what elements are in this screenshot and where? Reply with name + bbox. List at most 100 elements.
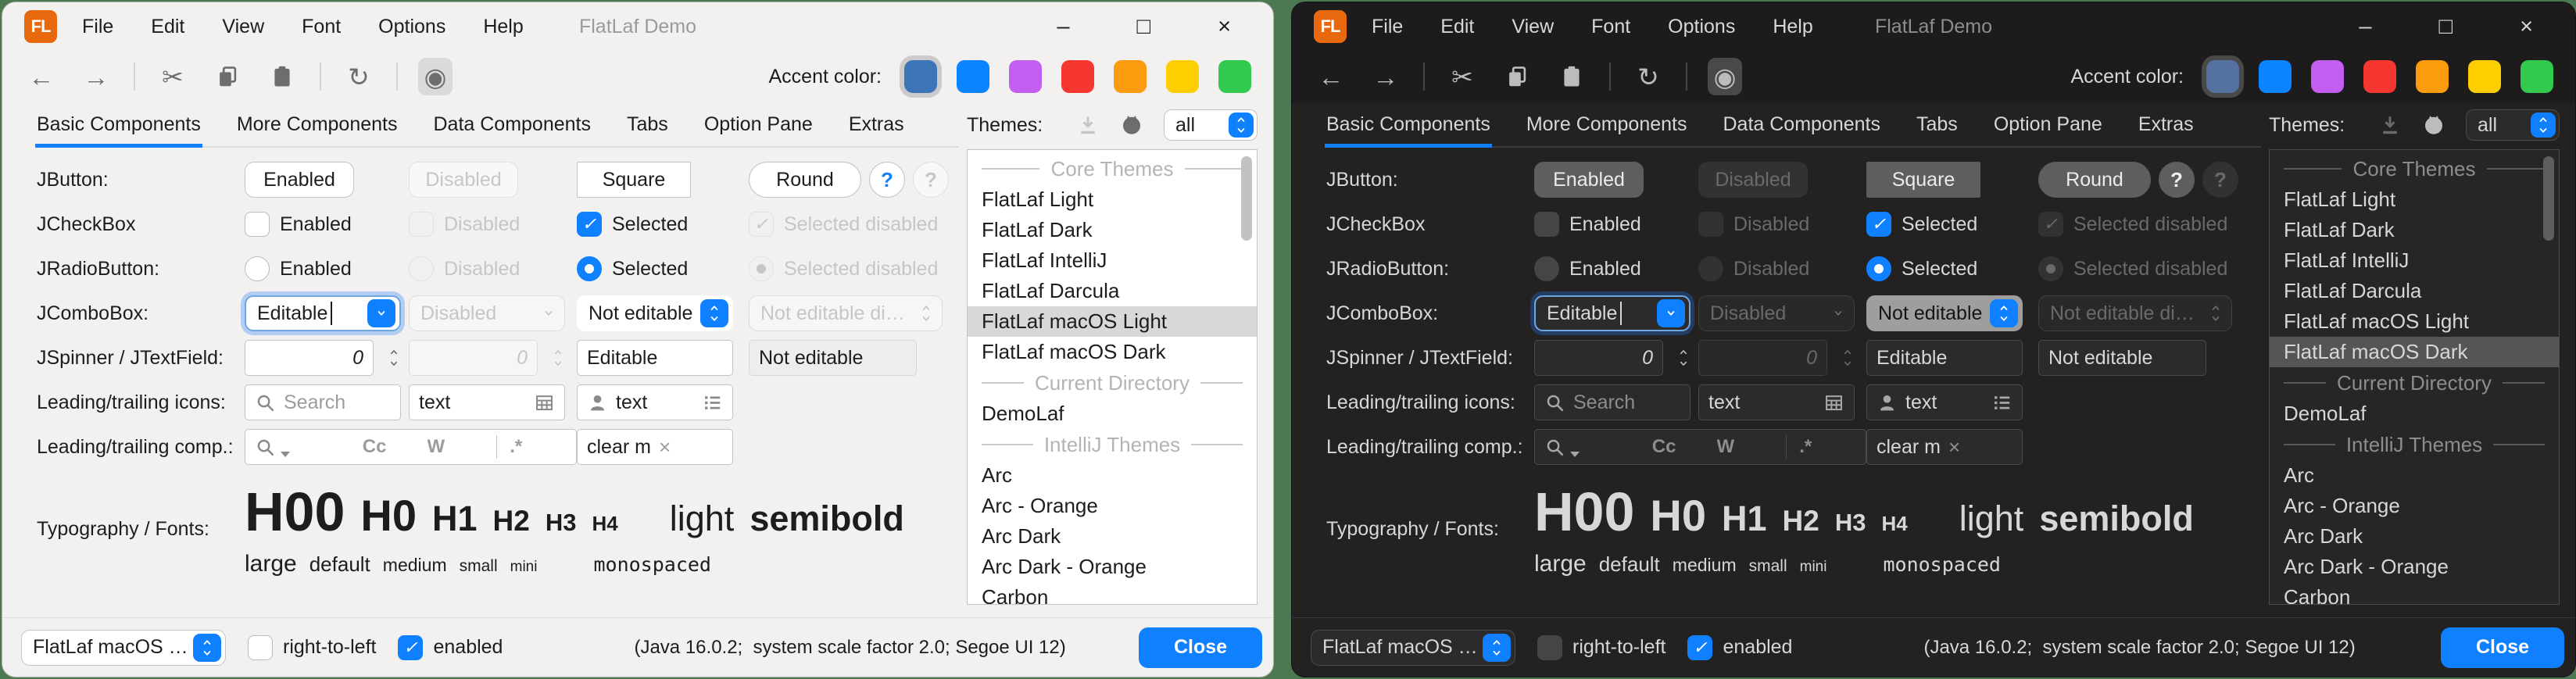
round-button[interactable]: Round — [2038, 162, 2151, 198]
text-field-person-list[interactable]: text — [577, 384, 733, 420]
menu-file[interactable]: File — [1372, 16, 1403, 38]
github-icon[interactable] — [2422, 113, 2445, 137]
close-window-button[interactable]: × — [2520, 14, 2533, 40]
clearable-field[interactable]: clear me× — [577, 429, 733, 465]
tab-tabs[interactable]: Tabs — [627, 102, 668, 146]
accent-swatch-blue[interactable] — [2259, 60, 2292, 93]
chevron-updown-icon[interactable] — [1990, 299, 2018, 327]
whole-word-toggle[interactable]: W — [428, 436, 485, 458]
clear-icon[interactable]: × — [1948, 435, 2012, 459]
theme-item[interactable]: FlatLaf Darcula — [968, 276, 1257, 306]
textfield-editable[interactable]: Editable — [1866, 340, 2023, 376]
help-button[interactable]: ? — [2159, 162, 2195, 198]
tab-more-components[interactable]: More Components — [237, 102, 398, 146]
accent-swatch-yellow[interactable] — [1166, 60, 1199, 93]
text-field-calendar[interactable]: text — [1698, 384, 1855, 420]
tab-option-pane[interactable]: Option Pane — [1994, 102, 2102, 146]
theme-item[interactable]: Arc — [968, 460, 1257, 491]
chevron-updown-icon[interactable] — [700, 299, 728, 327]
cut-button[interactable]: ✂ — [156, 58, 190, 95]
square-button[interactable]: Square — [577, 162, 691, 198]
menu-file[interactable]: File — [82, 16, 113, 38]
menu-font[interactable]: Font — [1591, 16, 1630, 38]
radio-enabled[interactable]: Enabled — [245, 256, 409, 281]
spinner-field[interactable]: 0 — [1534, 340, 1663, 376]
chevron-down-icon[interactable] — [1657, 299, 1685, 327]
theme-item[interactable]: Carbon — [2270, 582, 2559, 605]
clearable-field[interactable]: clear me× — [1866, 429, 2023, 465]
theme-item[interactable]: DemoLaf — [2270, 398, 2559, 429]
back-button[interactable]: ← — [1314, 58, 1348, 95]
theme-item[interactable]: FlatLaf IntelliJ — [968, 245, 1257, 276]
tab-more-components[interactable]: More Components — [1526, 102, 1687, 146]
search-icon[interactable] — [1544, 437, 1565, 458]
chevron-updown-icon[interactable] — [193, 634, 221, 662]
text-field-person-list[interactable]: text — [1866, 384, 2023, 420]
theme-item[interactable]: Arc Dark - Orange — [968, 552, 1257, 582]
accent-swatch-red[interactable] — [2363, 60, 2396, 93]
show-toggle-button[interactable]: ◉ — [1708, 58, 1742, 95]
combobox-editable[interactable]: Editable — [1534, 295, 1690, 331]
cut-button[interactable]: ✂ — [1445, 58, 1479, 95]
accent-swatch-orange[interactable] — [2416, 60, 2449, 93]
tab-basic-components[interactable]: Basic Components — [1326, 102, 1490, 146]
calendar-icon[interactable] — [1823, 392, 1844, 413]
show-toggle-button[interactable]: ◉ — [418, 58, 453, 95]
menu-help[interactable]: Help — [483, 16, 523, 38]
enabled-button[interactable]: Enabled — [245, 162, 354, 198]
themes-filter-combobox[interactable]: all — [2466, 109, 2560, 141]
checkbox-selected[interactable]: ✓Selected — [577, 212, 749, 237]
close-window-button[interactable]: × — [1218, 14, 1231, 40]
radio-selected[interactable]: Selected — [1866, 256, 2038, 281]
text-field-calendar[interactable]: text — [409, 384, 565, 420]
menu-font[interactable]: Font — [302, 16, 341, 38]
checkbox-enabled[interactable]: Enabled — [245, 212, 409, 237]
accent-swatch-orange[interactable] — [1114, 60, 1147, 93]
tab-extras[interactable]: Extras — [2138, 102, 2194, 146]
radio-selected[interactable]: Selected — [577, 256, 749, 281]
close-dialog-button[interactable]: Close — [2441, 627, 2564, 668]
refresh-button[interactable]: ↻ — [1631, 58, 1665, 95]
paste-button[interactable] — [265, 58, 299, 95]
menu-edit[interactable]: Edit — [1440, 16, 1474, 38]
theme-item[interactable]: Arc — [2270, 460, 2559, 491]
chevron-updown-icon[interactable] — [2531, 113, 2556, 138]
regex-toggle[interactable]: .* — [510, 436, 567, 458]
search-field[interactable]: Search — [245, 384, 401, 420]
theme-item[interactable]: FlatLaf macOS Dark — [968, 337, 1257, 367]
accent-swatch-default[interactable] — [904, 60, 937, 93]
tab-data-components[interactable]: Data Components — [433, 102, 591, 146]
github-icon[interactable] — [1120, 113, 1143, 137]
theme-item[interactable]: Arc - Orange — [2270, 491, 2559, 521]
list-icon[interactable] — [1991, 392, 2012, 413]
theme-item[interactable]: Carbon — [968, 582, 1257, 605]
chevron-updown-icon[interactable] — [1229, 113, 1254, 138]
spinner-field[interactable]: 0 — [245, 340, 374, 376]
help-button[interactable]: ? — [869, 162, 905, 198]
theme-item[interactable]: DemoLaf — [968, 398, 1257, 429]
theme-item[interactable]: FlatLaf macOS Light — [2270, 306, 2559, 337]
accent-swatch-purple[interactable] — [1009, 60, 1042, 93]
copy-button[interactable] — [210, 58, 245, 95]
close-dialog-button[interactable]: Close — [1139, 627, 1262, 668]
right-to-left-checkbox[interactable]: right-to-left — [248, 635, 376, 660]
spinner-arrows[interactable] — [385, 347, 402, 369]
minimize-button[interactable]: – — [1057, 14, 1069, 40]
tab-data-components[interactable]: Data Components — [1723, 102, 1880, 146]
match-case-toggle[interactable]: Cc — [1652, 436, 1709, 458]
chevron-down-icon[interactable] — [367, 299, 395, 327]
themes-filter-combobox[interactable]: all — [1164, 109, 1258, 141]
theme-item[interactable]: Arc Dark — [968, 521, 1257, 552]
round-button[interactable]: Round — [749, 162, 861, 198]
theme-item[interactable]: FlatLaf IntelliJ — [2270, 245, 2559, 276]
theme-item[interactable]: FlatLaf Darcula — [2270, 276, 2559, 306]
spinner-arrows[interactable] — [1675, 347, 1692, 369]
enabled-button[interactable]: Enabled — [1534, 162, 1644, 198]
accent-swatch-green[interactable] — [2521, 60, 2553, 93]
accent-swatch-blue[interactable] — [957, 60, 989, 93]
menu-help[interactable]: Help — [1773, 16, 1812, 38]
list-icon[interactable] — [702, 392, 723, 413]
refresh-button[interactable]: ↻ — [342, 58, 376, 95]
accent-swatch-green[interactable] — [1218, 60, 1251, 93]
theme-item[interactable]: FlatLaf Dark — [968, 215, 1257, 245]
